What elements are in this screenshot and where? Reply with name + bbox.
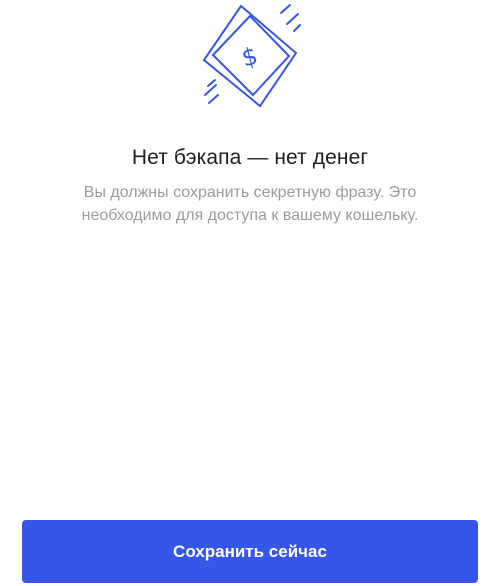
save-now-button[interactable]: Сохранить сейчас [22,520,478,583]
money-bill-icon: $ [190,0,310,115]
svg-text:$: $ [239,42,261,73]
warning-description: Вы должны сохранить секретную фразу. Это… [81,184,419,224]
backup-warning-screen: $ Нет бэкапа — нет денег Вы должны сохра… [0,0,500,586]
page-title: Нет бэкапа — нет денег [131,146,369,169]
